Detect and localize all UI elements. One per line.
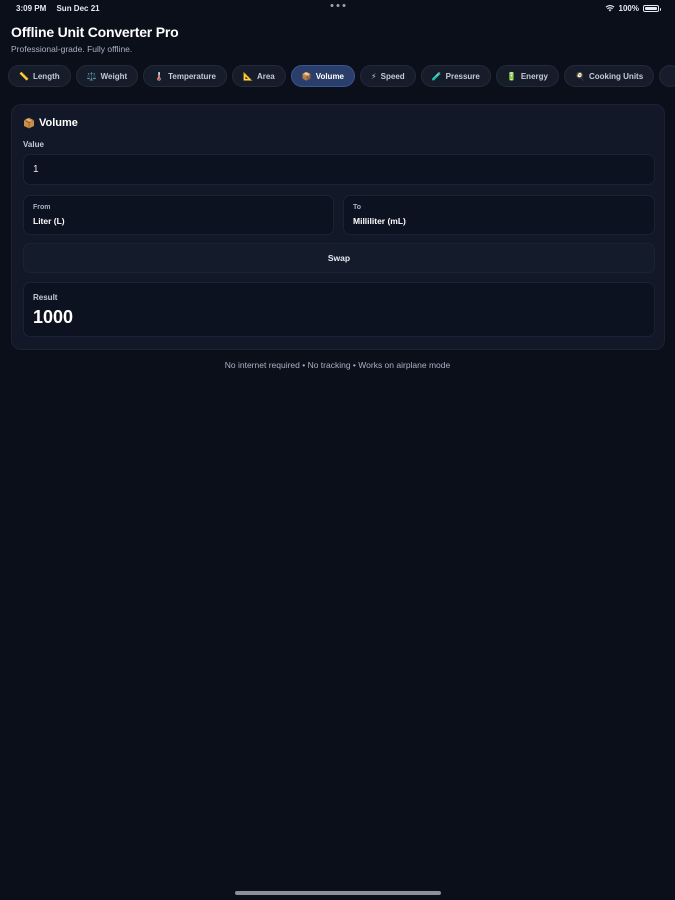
tab-pressure-icon: 🧪 <box>431 71 442 81</box>
from-unit-select[interactable]: From Liter (L) <box>23 195 334 235</box>
tab-label: Weight <box>100 71 128 81</box>
category-tabs: 📏 Length ⚖️ Weight 🌡️ Temperature 📐 Area 📦 Volume… <box>8 65 675 87</box>
multitasking-dots-icon[interactable] <box>330 4 345 7</box>
tab-label: Cooking Units <box>588 71 644 81</box>
converter-title: Volume <box>23 117 78 129</box>
tab-length[interactable]: 📏 Length <box>8 65 71 87</box>
result-box: Result 1000 <box>23 282 655 337</box>
battery-percent: 100% <box>618 3 639 13</box>
tab-volume[interactable]: 📦 Volume <box>290 65 356 87</box>
status-left: 3:09 PM Sun Dec 21 <box>16 4 108 13</box>
tab-label: Area <box>256 71 275 81</box>
tab-temperature[interactable]: 🌡️ Temperature <box>143 65 227 87</box>
converter-card: Volume Value 1 From Liter (L) To Millili… <box>11 104 665 350</box>
swap-button[interactable]: Swap <box>23 243 655 273</box>
home-indicator[interactable] <box>234 891 441 895</box>
app-title: Offline Unit Converter Pro <box>11 24 179 40</box>
package-icon <box>23 117 35 129</box>
tab-speed-icon: ⚡ <box>371 71 377 81</box>
tab-label: Pressure <box>445 71 480 81</box>
status-date: Sun Dec 21 <box>56 3 100 13</box>
result-label: Result <box>33 293 58 302</box>
from-label: From <box>33 204 51 211</box>
tab-cooking-units[interactable]: 🍳 Cooking Units <box>563 65 655 87</box>
battery-icon <box>643 4 661 12</box>
tab-label: Speed <box>380 71 405 81</box>
status-right: 100% <box>605 3 661 13</box>
value-label: Value <box>23 140 44 149</box>
converter-title-text: Volume <box>39 117 78 129</box>
to-value: Milliliter (mL) <box>353 216 406 226</box>
to-unit-select[interactable]: To Milliliter (mL) <box>343 195 655 235</box>
footer-note: No internet required • No tracking • Wor… <box>224 360 451 370</box>
wifi-icon <box>605 4 615 12</box>
tab-label: Temperature <box>168 71 216 81</box>
battery-fill <box>645 6 657 10</box>
to-label: To <box>353 204 362 211</box>
tab-energy-icon: 🔋 <box>506 71 517 81</box>
status-time: 3:09 PM <box>16 3 47 13</box>
result-value: 1000 <box>33 307 74 327</box>
from-value: Liter (L) <box>33 216 65 226</box>
value-input[interactable]: 1 <box>23 154 655 185</box>
tab-area-icon: 📐 <box>242 71 253 81</box>
tab-label: Energy <box>520 71 548 81</box>
tab-volume-icon: 📦 <box>301 71 312 81</box>
tab-temperature-icon: 🌡️ <box>154 71 165 81</box>
tab-label: Length <box>32 71 60 81</box>
tab-weight-icon: ⚖️ <box>86 71 97 81</box>
status-bar: 3:09 PM Sun Dec 21 100% <box>0 0 675 16</box>
app-header: Offline Unit Converter Pro Professional-… <box>11 24 179 54</box>
tab-length-icon: 📏 <box>19 71 29 81</box>
tab-overflow[interactable] <box>659 65 675 87</box>
value-input-text: 1 <box>33 164 39 175</box>
tab-area[interactable]: 📐 Area <box>231 65 286 87</box>
tab-cooking-units-icon: 🍳 <box>574 71 585 81</box>
tab-weight[interactable]: ⚖️ Weight <box>75 65 139 87</box>
app-subtitle: Professional-grade. Fully offline. <box>11 44 133 54</box>
tab-pressure[interactable]: 🧪 Pressure <box>420 65 491 87</box>
tab-speed[interactable]: ⚡ Speed <box>360 65 416 87</box>
tab-label: Volume <box>315 71 345 81</box>
tab-energy[interactable]: 🔋 Energy <box>495 65 559 87</box>
